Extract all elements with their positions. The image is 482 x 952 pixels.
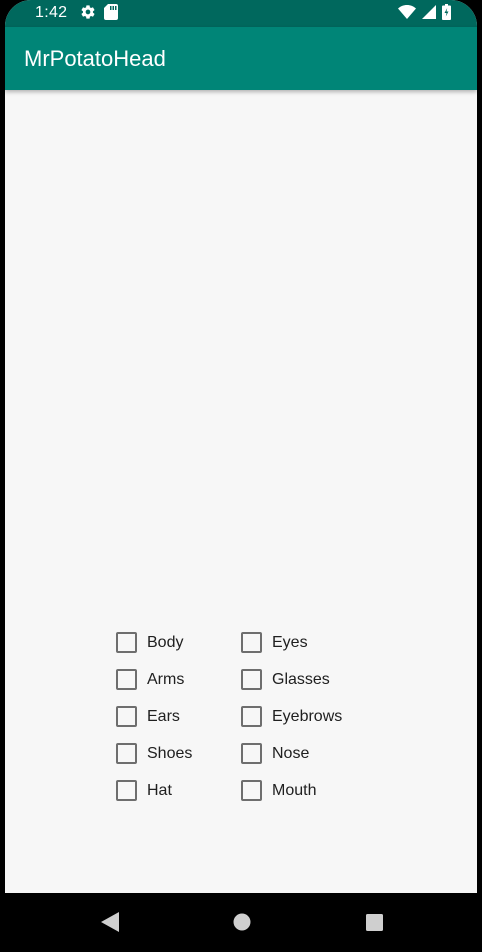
app-bar: MrPotatoHead (5, 27, 477, 90)
checkbox-square[interactable] (116, 632, 137, 653)
recents-button[interactable] (359, 907, 389, 937)
checkbox-square[interactable] (241, 780, 262, 801)
status-right-icons (398, 4, 451, 20)
checkbox-label: Ears (147, 707, 180, 725)
checkbox-glasses[interactable]: Glasses (241, 661, 366, 698)
checkbox-square[interactable] (241, 706, 262, 727)
navigation-bar (0, 893, 482, 952)
home-button[interactable] (227, 907, 257, 937)
wifi-icon (398, 5, 416, 19)
body-parts-checkbox-grid: Body Eyes Arms Glasses Ears Eyebrows Sho… (116, 624, 366, 809)
checkbox-shoes[interactable]: Shoes (116, 735, 241, 772)
checkbox-label: Shoes (147, 744, 193, 762)
checkbox-square[interactable] (116, 706, 137, 727)
status-left-icons (80, 4, 118, 20)
checkbox-label: Nose (272, 744, 310, 762)
checkbox-eyebrows[interactable]: Eyebrows (241, 698, 366, 735)
checkbox-label: Hat (147, 781, 172, 799)
signal-icon (422, 5, 436, 19)
back-button[interactable] (95, 907, 125, 937)
checkbox-arms[interactable]: Arms (116, 661, 241, 698)
home-icon (233, 913, 251, 931)
battery-icon (442, 4, 451, 20)
main-content: Body Eyes Arms Glasses Ears Eyebrows Sho… (5, 90, 477, 893)
checkbox-nose[interactable]: Nose (241, 735, 366, 772)
device-frame: 1:42 MrPotatoHead Body Eyes Arms Glasses… (0, 0, 482, 952)
checkbox-hat[interactable]: Hat (116, 772, 241, 809)
checkbox-square[interactable] (241, 743, 262, 764)
status-time: 1:42 (35, 4, 68, 21)
screen: 1:42 MrPotatoHead Body Eyes Arms Glasses… (5, 0, 477, 893)
checkbox-square[interactable] (241, 632, 262, 653)
status-bar: 1:42 (5, 0, 477, 27)
checkbox-eyes[interactable]: Eyes (241, 624, 366, 661)
recents-icon (365, 913, 383, 931)
checkbox-mouth[interactable]: Mouth (241, 772, 366, 809)
checkbox-label: Arms (147, 670, 185, 688)
sd-card-icon (104, 4, 118, 20)
checkbox-label: Body (147, 633, 184, 651)
back-icon (101, 912, 119, 932)
checkbox-square[interactable] (241, 669, 262, 690)
checkbox-ears[interactable]: Ears (116, 698, 241, 735)
checkbox-label: Eyes (272, 633, 308, 651)
checkbox-label: Mouth (272, 781, 317, 799)
checkbox-square[interactable] (116, 780, 137, 801)
checkbox-label: Glasses (272, 670, 330, 688)
checkbox-label: Eyebrows (272, 707, 343, 725)
checkbox-square[interactable] (116, 669, 137, 690)
checkbox-square[interactable] (116, 743, 137, 764)
app-title: MrPotatoHead (24, 46, 166, 71)
gear-icon (81, 5, 95, 19)
checkbox-body[interactable]: Body (116, 624, 241, 661)
